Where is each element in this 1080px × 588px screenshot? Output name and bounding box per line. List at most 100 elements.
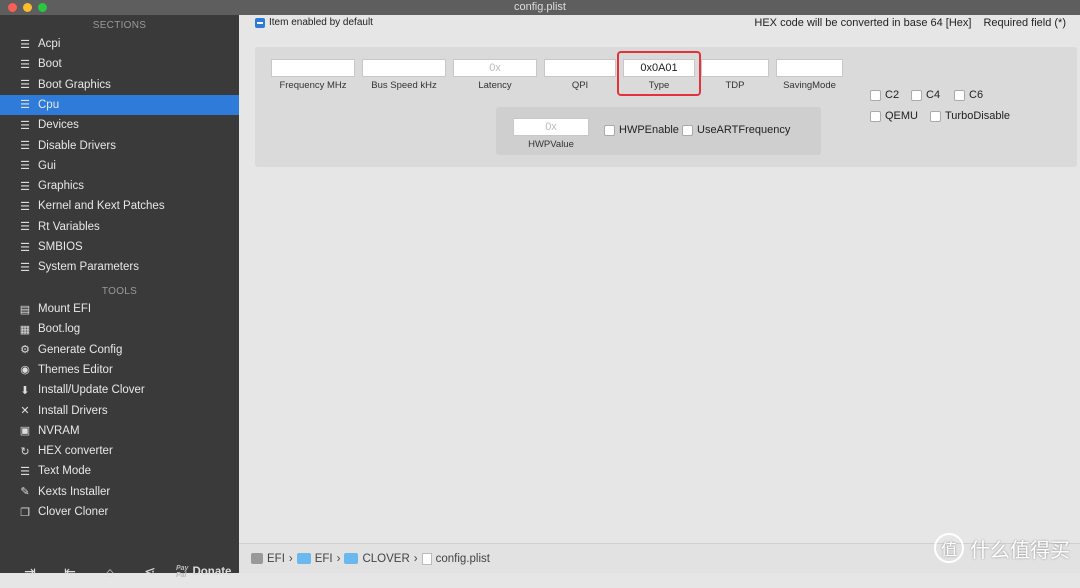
tool-item-label: Mount EFI bbox=[38, 303, 92, 315]
checkbox-label: UseARTFrequency bbox=[697, 124, 791, 136]
hwpvalue-input[interactable]: 0x bbox=[513, 118, 589, 136]
checkbox-useartfrequency[interactable]: UseARTFrequency bbox=[682, 124, 790, 136]
checkbox-box[interactable] bbox=[870, 89, 881, 101]
close-button[interactable] bbox=[8, 3, 17, 12]
tool-item-label: Install Drivers bbox=[38, 404, 108, 417]
import-icon[interactable]: ⇥ bbox=[10, 563, 50, 580]
field-qpi: QPI bbox=[544, 59, 616, 91]
tool-item-label: Boot.log bbox=[38, 323, 81, 336]
tool-item-nvram[interactable]: ▣ NVRAM bbox=[0, 421, 239, 441]
tdp-input[interactable] bbox=[701, 59, 769, 77]
tool-item-label: NVRAM bbox=[38, 424, 80, 437]
path-item[interactable]: config.plist bbox=[436, 553, 490, 565]
latency-input[interactable]: 0x bbox=[453, 59, 537, 77]
list-icon: ☰ bbox=[20, 241, 30, 254]
tool-item-hex-converter[interactable]: ↻ HEX converter bbox=[0, 441, 239, 461]
tool-item-text-mode[interactable]: ☰ Text Mode bbox=[0, 461, 239, 481]
watermark-logo: 值 bbox=[934, 533, 964, 563]
checkbox-turbodisable[interactable]: TurboDisable bbox=[930, 110, 1010, 122]
tools-icon: ✕ bbox=[20, 405, 30, 417]
zoom-button[interactable] bbox=[38, 3, 47, 12]
field-tdp: TDP bbox=[701, 59, 769, 91]
savingmode-input[interactable] bbox=[776, 59, 843, 77]
tool-item-label: Install/Update Clover bbox=[38, 384, 145, 397]
sidebar-item-label: Graphics bbox=[38, 180, 85, 193]
sidebar-item-label: Kernel and Kext Patches bbox=[38, 200, 165, 213]
checkbox-label: C2 bbox=[885, 89, 900, 101]
share-icon[interactable]: ⋖ bbox=[130, 563, 170, 580]
checkbox-box[interactable] bbox=[930, 110, 941, 122]
export-icon[interactable]: ⇤ bbox=[50, 563, 90, 580]
sidebar-toolbar: ⇥ ⇤ ⌂ ⋖ Pay Pal Donate bbox=[0, 555, 239, 588]
tool-item-label: Clover Cloner bbox=[38, 506, 109, 518]
checkbox-box[interactable] bbox=[682, 124, 693, 136]
sidebar-item-label: Acpi bbox=[38, 38, 61, 50]
path-item[interactable]: EFI bbox=[267, 553, 285, 565]
window-title: config.plist bbox=[514, 1, 566, 13]
sidebar-item-acpi[interactable]: ☰ Acpi bbox=[0, 34, 239, 54]
type-input[interactable]: 0x0A01 bbox=[623, 59, 695, 77]
tool-item-install-drivers[interactable]: ✕ Install Drivers bbox=[0, 401, 239, 421]
sidebar-item-label: Rt Variables bbox=[38, 220, 100, 233]
paypal-logo: Pay Pal bbox=[176, 564, 189, 579]
frequency-mhz-input[interactable] bbox=[271, 59, 355, 77]
sidebar-item-smbios[interactable]: ☰ SMBIOS bbox=[0, 237, 239, 257]
field-bus-speed-khz: Bus Speed kHz bbox=[362, 59, 446, 91]
field-label: QPI bbox=[571, 80, 589, 91]
path-item[interactable]: EFI bbox=[315, 553, 333, 565]
chip-icon: ▣ bbox=[19, 425, 31, 438]
checkbox-box[interactable] bbox=[870, 110, 881, 122]
tool-item-clover-cloner[interactable]: ❐ Clover Cloner bbox=[0, 502, 239, 522]
home-icon[interactable]: ⌂ bbox=[90, 564, 130, 580]
tool-item-mount-efi[interactable]: ▤ Mount EFI bbox=[0, 299, 239, 319]
tool-item-kexts-installer[interactable]: ✎ Kexts Installer bbox=[0, 482, 239, 502]
list-icon: ☰ bbox=[20, 140, 30, 152]
tool-item-install-update-clover[interactable]: ⬇ Install/Update Clover bbox=[0, 380, 239, 400]
sidebar-item-label: Boot Graphics bbox=[38, 78, 111, 91]
list-icon: ☰ bbox=[20, 79, 30, 92]
download-icon: ⬇ bbox=[20, 384, 30, 397]
text-icon: ☰ bbox=[20, 465, 30, 478]
field-savingmode: SavingMode bbox=[776, 59, 843, 91]
file-icon bbox=[421, 552, 432, 565]
checkbox-box[interactable] bbox=[954, 89, 965, 101]
sidebar-item-rt-variables[interactable]: ☰ Rt Variables bbox=[0, 217, 239, 237]
checkbox-qemu[interactable]: QEMU bbox=[870, 110, 918, 122]
sidebar-item-boot-graphics[interactable]: ☰ Boot Graphics bbox=[0, 75, 239, 95]
folder-icon bbox=[296, 553, 311, 564]
sidebar-item-devices[interactable]: ☰ Devices bbox=[0, 115, 239, 135]
checkbox-c6[interactable]: C6 bbox=[954, 89, 983, 101]
list-icon: ☰ bbox=[20, 119, 30, 132]
bus-speed-khz-input[interactable] bbox=[362, 59, 446, 77]
field-label: TDP bbox=[725, 80, 745, 91]
sidebar-item-graphics[interactable]: ☰ Graphics bbox=[0, 176, 239, 196]
sidebar-item-gui[interactable]: ☰ Gui bbox=[0, 156, 239, 176]
disk-icon bbox=[251, 553, 263, 564]
tools-header: TOOLS bbox=[101, 286, 138, 297]
checkbox-box[interactable] bbox=[911, 89, 922, 101]
sidebar-item-cpu[interactable]: ☰ Cpu bbox=[0, 94, 239, 115]
tool-item-generate-config[interactable]: ⚙ Generate Config bbox=[0, 340, 239, 360]
path-item[interactable]: CLOVER bbox=[362, 553, 409, 565]
field-label: Bus Speed kHz bbox=[371, 80, 437, 91]
sidebar-item-label: Disable Drivers bbox=[38, 139, 116, 152]
checkbox-box[interactable] bbox=[604, 124, 615, 136]
tool-item-themes-editor[interactable]: ◉ Themes Editor bbox=[0, 360, 239, 380]
qpi-input[interactable] bbox=[544, 59, 616, 77]
checkbox-c2[interactable]: C2 bbox=[870, 89, 899, 101]
field-type: 0x0A01 Type bbox=[623, 59, 695, 91]
list-icon: ☰ bbox=[20, 38, 30, 51]
puzzle-icon: ✎ bbox=[20, 486, 30, 499]
sidebar-item-system-parameters[interactable]: ☰ System Parameters bbox=[0, 257, 239, 277]
sidebar-item-boot[interactable]: ☰ Boot bbox=[0, 54, 239, 74]
minimize-button[interactable] bbox=[23, 3, 32, 12]
field-label: Latency bbox=[478, 80, 512, 91]
tool-item-boot-log[interactable]: ▦ Boot.log bbox=[0, 319, 239, 339]
checkbox-hwpenable[interactable]: HWPEnable bbox=[604, 124, 679, 136]
checkbox-label: C6 bbox=[969, 89, 984, 101]
sidebar-item-disable-drivers[interactable]: ☰ Disable Drivers bbox=[0, 136, 239, 156]
checkbox-c4[interactable]: C4 bbox=[911, 89, 940, 101]
donate-button[interactable]: Pay Pal Donate bbox=[176, 565, 231, 579]
checkbox-label: HWPEnable bbox=[619, 124, 679, 136]
sidebar-item-kernel-and-kext-patches[interactable]: ☰ Kernel and Kext Patches bbox=[0, 196, 239, 216]
